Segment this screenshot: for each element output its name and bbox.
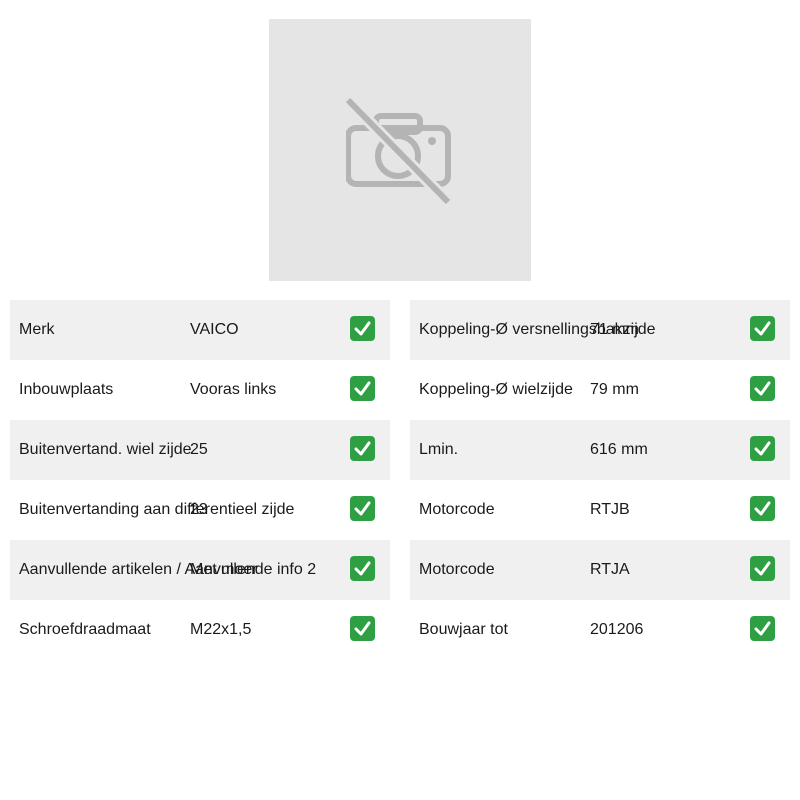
spec-label: Buitenvertanding aan differentieel zijde: [19, 501, 295, 518]
spec-table-right: Koppeling-Ø versnellingsbakzijde 71 mm K…: [410, 300, 790, 660]
spec-value: 201206: [590, 621, 644, 638]
spec-value: 71 mm: [590, 321, 639, 338]
spec-value: 25: [190, 441, 208, 458]
spec-row: Lmin. 616 mm: [410, 420, 790, 480]
spec-row: Buitenvertand. wiel zijde 25: [10, 420, 390, 480]
product-image-placeholder: [269, 19, 531, 281]
spec-label: Merk: [19, 321, 55, 338]
spec-value: Vooras links: [190, 381, 277, 398]
spec-row: Merk VAICO: [10, 300, 390, 360]
check-icon: [750, 376, 775, 401]
spec-table-left: Merk VAICO Inbouwplaats Vooras links Bui…: [10, 300, 390, 660]
spec-row: Buitenvertanding aan differentieel zijde…: [10, 480, 390, 540]
check-icon: [750, 616, 775, 641]
spec-label: Schroefdraadmaat: [19, 621, 151, 638]
check-icon: [750, 316, 775, 341]
spec-label: Inbouwplaats: [19, 381, 114, 398]
check-icon: [350, 376, 375, 401]
spec-label: Motorcode: [419, 561, 495, 578]
spec-label: Aanvullende artikelen / Aanvullende info…: [19, 561, 317, 578]
spec-value: 23: [190, 501, 208, 518]
spec-row: Motorcode RTJA: [410, 540, 790, 600]
spec-value: 616 mm: [590, 441, 648, 458]
spec-label: Bouwjaar tot: [419, 621, 508, 638]
spec-label: Motorcode: [419, 501, 495, 518]
check-icon: [350, 316, 375, 341]
check-icon: [750, 436, 775, 461]
spec-label: Koppeling-Ø wielzijde: [419, 381, 573, 398]
spec-row: Inbouwplaats Vooras links: [10, 360, 390, 420]
spec-row: Koppeling-Ø wielzijde 79 mm: [410, 360, 790, 420]
check-icon: [350, 436, 375, 461]
spec-row: Schroefdraadmaat M22x1,5: [10, 600, 390, 660]
spec-value: M22x1,5: [190, 621, 252, 638]
check-icon: [750, 556, 775, 581]
check-icon: [750, 496, 775, 521]
spec-row: Aanvullende artikelen / Aanvullende info…: [10, 540, 390, 600]
spec-label: Lmin.: [419, 441, 459, 458]
spec-label: Buitenvertand. wiel zijde: [19, 441, 192, 458]
spec-value: RTJB: [590, 501, 630, 518]
no-photo-icon: [346, 98, 452, 204]
spec-value: 79 mm: [590, 381, 639, 398]
check-icon: [350, 556, 375, 581]
check-icon: [350, 496, 375, 521]
spec-row: Bouwjaar tot 201206: [410, 600, 790, 660]
spec-value: RTJA: [590, 561, 630, 578]
spec-value: Met moer: [190, 561, 258, 578]
spec-row: Motorcode RTJB: [410, 480, 790, 540]
spec-value: VAICO: [190, 321, 239, 338]
spec-row: Koppeling-Ø versnellingsbakzijde 71 mm: [410, 300, 790, 360]
check-icon: [350, 616, 375, 641]
